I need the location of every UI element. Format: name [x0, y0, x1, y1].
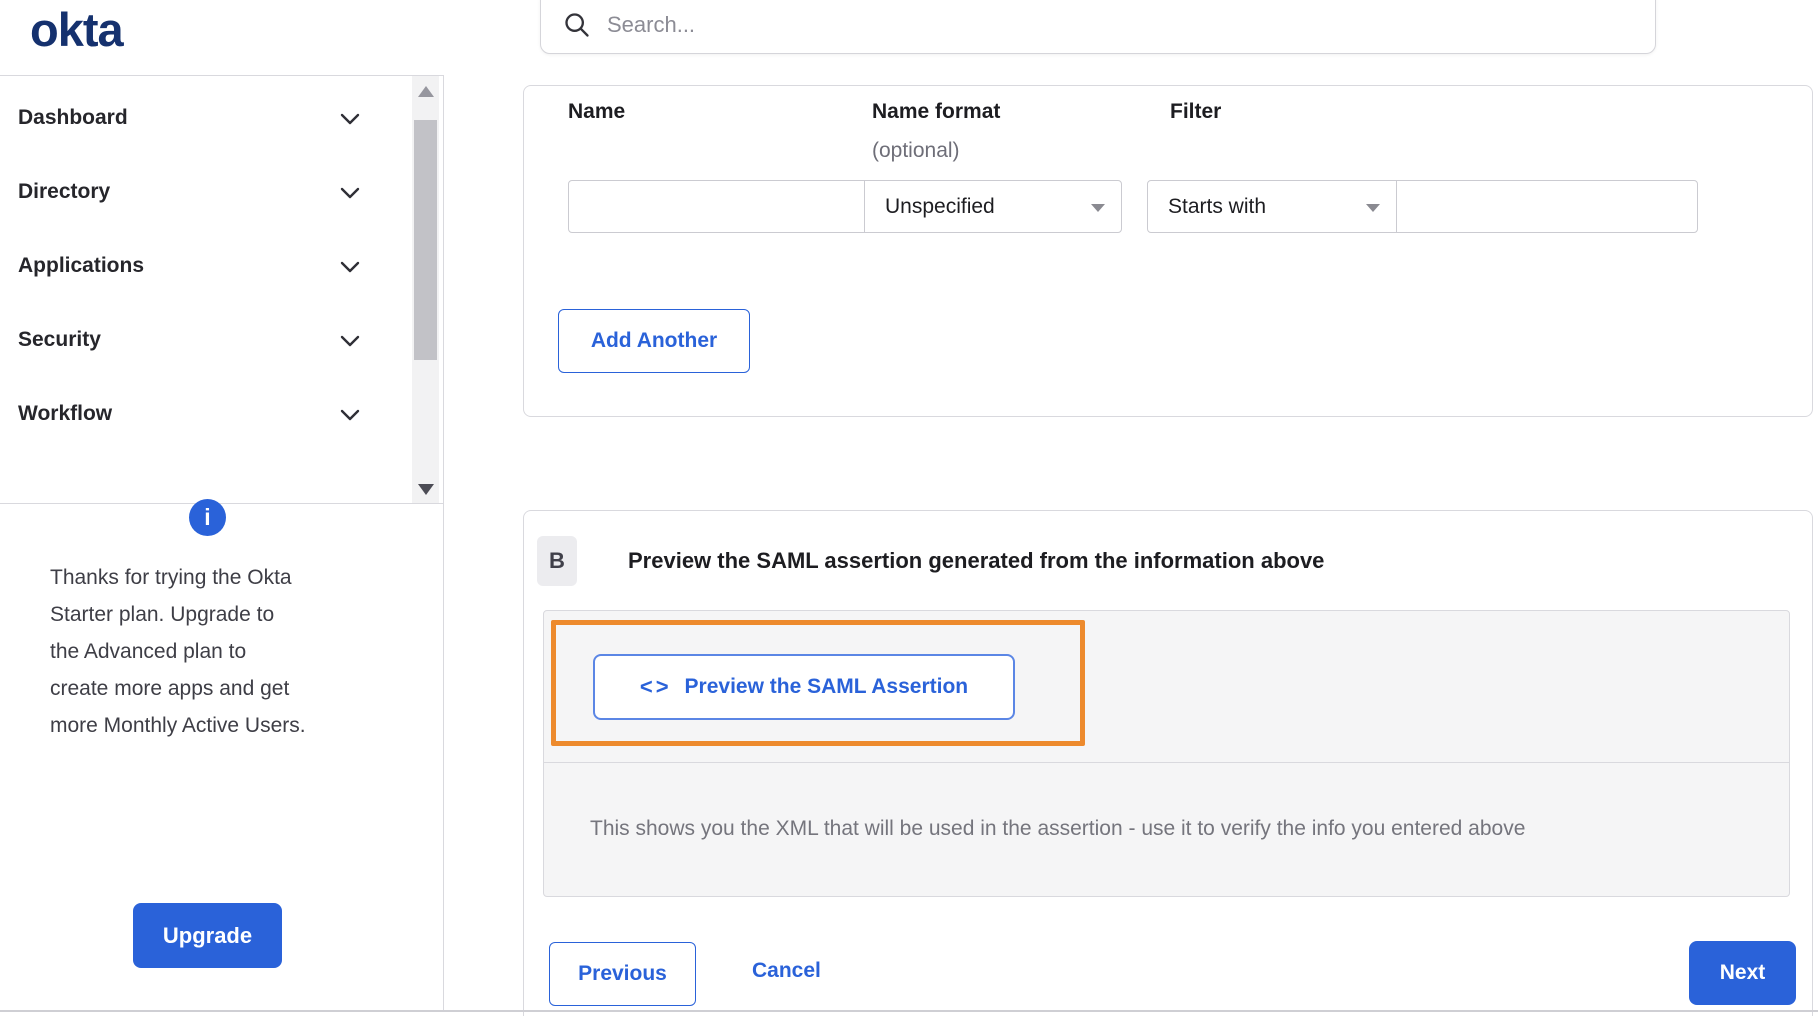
sidebar-item-label: Directory [18, 180, 111, 203]
sidebar-bottom-divider [0, 503, 443, 504]
section-b-title: Preview the SAML assertion generated fro… [628, 548, 1325, 573]
sidebar-item-applications[interactable]: Applications [0, 233, 408, 299]
chevron-down-icon [340, 334, 360, 352]
sidebar-item-workflow[interactable]: Workflow [0, 381, 408, 447]
cancel-link[interactable]: Cancel [746, 958, 827, 984]
preview-saml-assertion-button[interactable]: <> Preview the SAML Assertion [593, 654, 1015, 720]
upsell-text: more Monthly Active Users. [50, 714, 306, 737]
upgrade-button[interactable]: Upgrade [133, 903, 282, 968]
chevron-down-icon [340, 260, 360, 278]
upsell-text: create more apps and get [50, 677, 290, 700]
sidebar-item-security[interactable]: Security [0, 307, 408, 373]
chevron-down-icon [340, 112, 360, 130]
sidebar-item-label: Workflow [18, 402, 113, 425]
info-icon: i [189, 499, 226, 536]
name-format-value: Unspecified [885, 194, 995, 218]
chevron-down-icon [340, 186, 360, 204]
code-icon: <> [639, 674, 672, 699]
chevron-down-icon [340, 408, 360, 426]
sidebar-item-dashboard[interactable]: Dashboard [0, 85, 408, 151]
search-icon [565, 13, 589, 37]
search-bar [540, 0, 1656, 54]
upsell-text: Thanks for trying the Okta [50, 566, 292, 589]
sidebar-top-divider [0, 75, 443, 76]
sidebar-item-label: Dashboard [18, 106, 128, 129]
panel-divider [543, 762, 1790, 763]
name-input[interactable] [568, 180, 865, 233]
caret-down-icon [1366, 204, 1380, 212]
preview-note: This shows you the XML that will be used… [590, 817, 1526, 840]
upsell-text: Starter plan. Upgrade to [50, 603, 275, 626]
filter-value-input[interactable] [1396, 180, 1698, 233]
previous-button[interactable]: Previous [549, 942, 696, 1006]
filter-operator-select[interactable]: Starts with [1147, 180, 1397, 233]
next-button[interactable]: Next [1689, 941, 1796, 1005]
caret-down-icon [1091, 204, 1105, 212]
name-format-column-label: Name format [872, 100, 1001, 123]
name-column-label: Name [568, 100, 626, 123]
scroll-up-arrow[interactable] [418, 86, 434, 97]
preview-button-label: Preview the SAML Assertion [684, 675, 969, 698]
scrollbar-thumb[interactable] [414, 120, 437, 360]
sidebar-divider [443, 75, 444, 1011]
optional-note: (optional) [872, 139, 960, 162]
sidebar-item-directory[interactable]: Directory [0, 159, 408, 225]
sidebar-item-label: Security [18, 328, 101, 351]
sidebar-item-label: Applications [18, 254, 145, 277]
okta-logo: okta [30, 3, 124, 56]
step-b-badge: B [537, 536, 577, 586]
filter-operator-value: Starts with [1168, 194, 1267, 218]
search-input[interactable] [605, 11, 1509, 39]
add-another-button[interactable]: Add Another [558, 309, 750, 373]
name-format-select[interactable]: Unspecified [864, 180, 1122, 233]
page-bottom-divider [0, 1010, 1818, 1012]
upsell-text: the Advanced plan to [50, 640, 247, 663]
filter-column-label: Filter [1170, 100, 1222, 123]
scroll-down-arrow[interactable] [418, 484, 434, 495]
